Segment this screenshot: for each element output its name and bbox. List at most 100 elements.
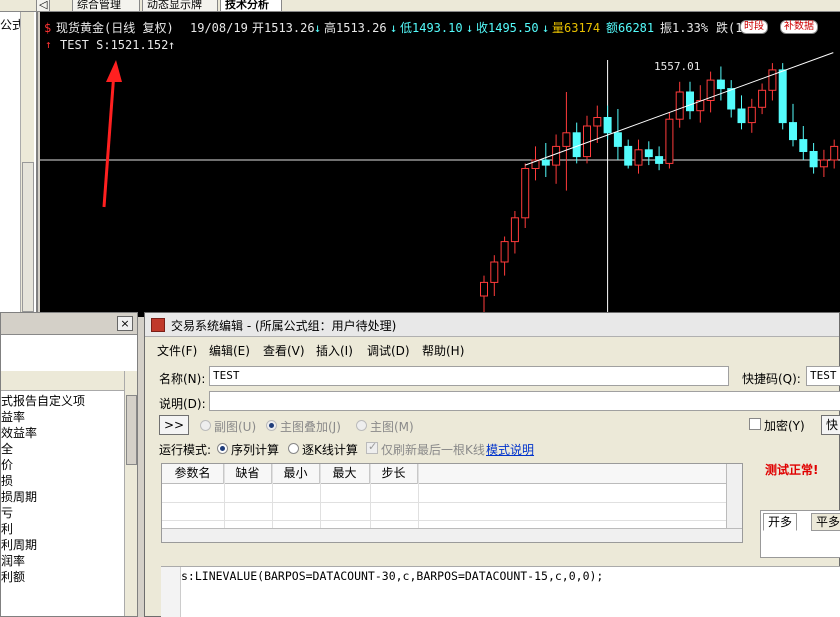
formula-list-scrollbar[interactable] bbox=[124, 371, 137, 616]
expand-button[interactable]: >> bbox=[159, 415, 189, 435]
formula-list-item[interactable]: 价 bbox=[1, 457, 125, 473]
left-panel: 公式 bbox=[0, 12, 38, 312]
grid-col-line bbox=[418, 464, 419, 532]
grid-col-line bbox=[224, 464, 225, 532]
tab-dynamic-board[interactable]: 动态显示牌 bbox=[142, 0, 218, 12]
tab-close-long[interactable]: 平多 bbox=[811, 513, 840, 531]
candle-body bbox=[644, 149, 653, 158]
tab-bar: ◁ 综合管理 动态显示牌 技术分析 bbox=[0, 0, 840, 12]
col-step[interactable]: 步长 bbox=[370, 464, 418, 484]
formula-list-item[interactable]: 利周期 bbox=[1, 537, 125, 553]
formula-list-item[interactable]: 效益率 bbox=[1, 425, 125, 441]
radio-subchart[interactable] bbox=[200, 420, 211, 431]
parameter-grid-vscroll[interactable] bbox=[726, 464, 742, 528]
high-price: 高1513.26 bbox=[324, 21, 387, 35]
encrypt-checkbox[interactable] bbox=[749, 418, 761, 430]
candle-body bbox=[541, 159, 550, 166]
radio-per-kline-calc[interactable] bbox=[288, 443, 299, 454]
left-panel-scroll-thumb[interactable] bbox=[22, 162, 34, 312]
parameter-grid-hscroll[interactable] bbox=[162, 528, 742, 542]
col-max[interactable]: 最大 bbox=[320, 464, 370, 484]
supplement-data-button[interactable]: 补数据 bbox=[780, 20, 818, 34]
formula-list-item[interactable]: 损 bbox=[1, 473, 125, 489]
candle-body bbox=[789, 122, 797, 141]
candle-body bbox=[768, 69, 777, 91]
shortcut-input[interactable]: TEST bbox=[806, 366, 840, 386]
dialog-titlebar[interactable]: 交易系统编辑 - (所属公式组：用户待处理) bbox=[145, 313, 839, 337]
formula-list-caption: × bbox=[1, 313, 137, 335]
formula-list-item[interactable]: 益率 bbox=[1, 409, 125, 425]
formula-list-item[interactable]: 全 bbox=[1, 441, 125, 457]
refresh-last-checkbox[interactable] bbox=[366, 440, 378, 454]
candle-body bbox=[634, 149, 643, 166]
candle-body bbox=[480, 281, 488, 297]
formula-list-item[interactable]: 润率 bbox=[1, 553, 125, 569]
radio-per-kline-calc-label: 逐K线计算 bbox=[302, 443, 358, 457]
menu-view[interactable]: 查看(V) bbox=[263, 342, 305, 359]
indicator-arrow: ↑ bbox=[168, 38, 176, 52]
menu-insert[interactable]: 插入(I) bbox=[316, 342, 353, 359]
formula-list-scroll-thumb[interactable] bbox=[126, 395, 137, 465]
formula-list-close-button[interactable]: × bbox=[117, 316, 133, 331]
col-default[interactable]: 缺省 bbox=[224, 464, 272, 484]
low-arrow: ↓ bbox=[466, 21, 474, 35]
signal-tabs: 开多 平多 bbox=[760, 510, 840, 558]
col-param-name[interactable]: 参数名 bbox=[162, 464, 224, 484]
indicator-badge-icon: ↑ bbox=[45, 38, 52, 51]
candle-body bbox=[562, 132, 571, 147]
candle-body bbox=[655, 156, 664, 164]
formula-list-dialog: × 式报告自定义项 益率 效益率全价损损周期亏利利周期 润率 利额 bbox=[0, 312, 138, 617]
name-input[interactable]: TEST bbox=[209, 366, 729, 386]
close-price: 收1495.50 bbox=[476, 21, 539, 35]
grid-row-line bbox=[162, 502, 742, 503]
fast-button[interactable]: 快 bbox=[821, 415, 840, 435]
volume: 量63174 bbox=[552, 21, 601, 35]
amplitude: 振1.33% bbox=[660, 21, 709, 35]
candle-body bbox=[613, 132, 622, 147]
parameter-grid[interactable]: 参数名 缺省 最小 最大 步长 bbox=[161, 463, 743, 543]
name-label: 名称(N): bbox=[159, 372, 206, 386]
formula-list-item[interactable]: 损周期 bbox=[1, 489, 125, 505]
change: 跌(1 bbox=[716, 21, 743, 35]
formula-list-item[interactable]: 利 bbox=[1, 521, 125, 537]
kline-chart-canvas[interactable] bbox=[40, 12, 840, 317]
formula-list: 式报告自定义项 益率 效益率全价损损周期亏利利周期 润率 利额 bbox=[1, 393, 125, 613]
menu-edit[interactable]: 编辑(E) bbox=[209, 342, 250, 359]
grid-col-line bbox=[320, 464, 321, 532]
formula-list-header bbox=[1, 371, 125, 391]
tab-technical-analysis[interactable]: 技术分析 bbox=[220, 0, 282, 12]
candle-body bbox=[830, 145, 839, 161]
left-panel-scrollbar[interactable] bbox=[20, 12, 34, 312]
radio-sequence-calc[interactable] bbox=[217, 443, 228, 454]
candle-body bbox=[778, 69, 787, 124]
close-arrow: ↓ bbox=[542, 21, 550, 35]
candle-body bbox=[758, 89, 767, 108]
formula-list-item[interactable]: 利额 bbox=[1, 569, 125, 585]
formula-list-item[interactable]: 式报告自定义项 bbox=[1, 393, 125, 409]
candle-body bbox=[490, 261, 499, 283]
encrypt-label: 加密(Y) bbox=[764, 419, 805, 433]
description-input[interactable] bbox=[209, 391, 840, 411]
candle-body bbox=[593, 117, 602, 127]
tab-open-long[interactable]: 开多 bbox=[763, 513, 798, 531]
menu-debug[interactable]: 调试(D) bbox=[367, 342, 410, 359]
radio-main-chart[interactable] bbox=[356, 420, 367, 431]
indicator-value: TEST S:1521.152 bbox=[60, 38, 169, 52]
radio-main-overlay-label: 主图叠加(J) bbox=[280, 420, 341, 434]
tab-general[interactable]: 综合管理 bbox=[72, 0, 140, 12]
kline-chart[interactable]: $ 现货黄金(日线 复权) 19/08/19 开1513.26 ↓ 高1513.… bbox=[40, 12, 840, 317]
formula-editor[interactable]: s:LINEVALUE(BARPOS=DATACOUNT-30,c,BARPOS… bbox=[161, 566, 840, 617]
col-min[interactable]: 最小 bbox=[272, 464, 320, 484]
candle-body bbox=[819, 159, 828, 168]
tab-scroll-left-button[interactable]: ◁ bbox=[36, 0, 50, 12]
menu-file[interactable]: 文件(F) bbox=[157, 342, 197, 359]
formula-list-item[interactable]: 亏 bbox=[1, 505, 125, 521]
formula-code[interactable]: s:LINEVALUE(BARPOS=DATACOUNT-30,c,BARPOS… bbox=[181, 569, 603, 583]
menu-help[interactable]: 帮助(H) bbox=[422, 342, 464, 359]
mode-help-link[interactable]: 模式说明 bbox=[486, 441, 534, 458]
candle-body bbox=[624, 145, 633, 166]
test-status: 测试正常! bbox=[765, 463, 819, 477]
radio-main-overlay[interactable] bbox=[266, 420, 277, 431]
candle-body bbox=[665, 118, 674, 164]
timeline-button[interactable]: 时段 bbox=[740, 20, 768, 34]
